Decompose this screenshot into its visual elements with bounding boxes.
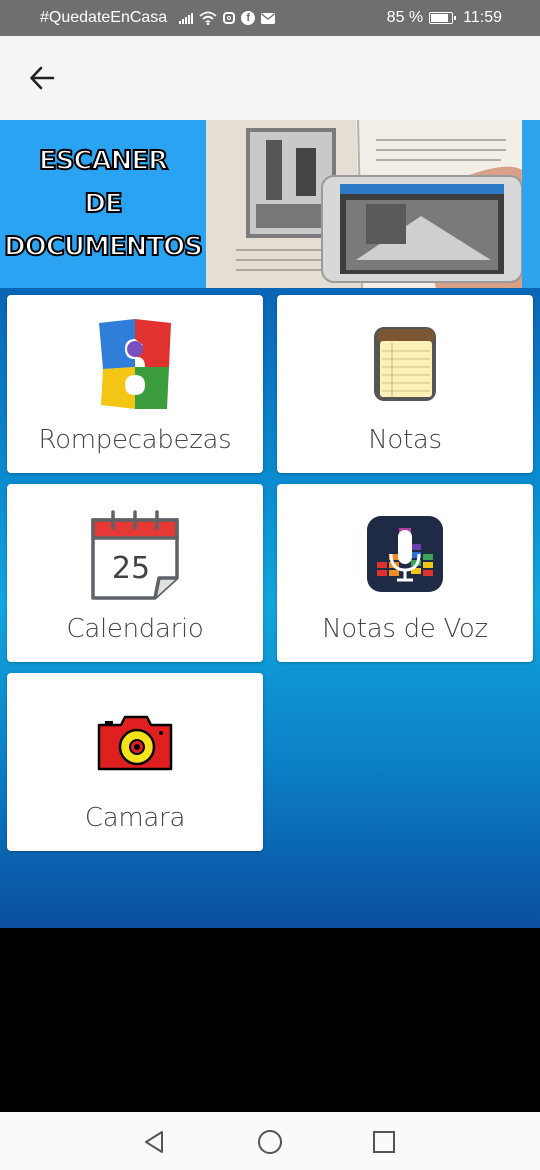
battery-icon (429, 12, 457, 24)
banner-edge (522, 120, 540, 288)
microphone-icon (355, 504, 455, 604)
notepad-icon (355, 315, 455, 415)
tile-notas-de-voz[interactable]: Notas de Voz (277, 484, 533, 662)
recents-square-icon (373, 1131, 395, 1153)
banner-line-2: DE (83, 188, 123, 220)
app-bar (0, 36, 540, 120)
tile-label: Camara (84, 803, 186, 833)
banner-line-3: DOCUMENTOS (3, 231, 204, 263)
status-bar: #QuedateEnCasa f 85 % 11:59 (0, 0, 540, 36)
battery-percent: 85 % (386, 9, 424, 26)
tile-label: Notas de Voz (322, 614, 488, 644)
instagram-icon (223, 12, 236, 24)
status-hashtag: #QuedateEnCasa (40, 9, 168, 26)
scanning-book-illustration (206, 120, 522, 288)
calendar-icon: 25 (85, 504, 185, 604)
screen: #QuedateEnCasa f 85 % 11:59 ESCANER DE D… (0, 0, 540, 1170)
nav-home-button[interactable] (254, 1126, 286, 1158)
nav-recents-button[interactable] (368, 1126, 400, 1158)
back-button[interactable] (24, 60, 60, 96)
tile-notas[interactable]: Notas (277, 295, 533, 473)
arrow-left-icon (30, 66, 55, 90)
home-circle-icon (258, 1130, 282, 1154)
tile-rompecabezas[interactable]: Rompecabezas (7, 295, 263, 473)
calendar-icon-text: 25 (112, 551, 150, 586)
banner-photo (206, 120, 522, 288)
tile-calendario[interactable]: 25 Calendario (7, 484, 263, 662)
nav-back-button[interactable] (138, 1126, 170, 1158)
tile-camara[interactable]: Camara (7, 673, 263, 851)
puzzle-icon (85, 315, 185, 415)
status-right: 85 % 11:59 (387, 9, 502, 27)
facebook-icon: f (241, 11, 256, 25)
system-nav-bar (0, 1112, 540, 1170)
back-triangle-icon (145, 1131, 163, 1153)
camera-icon (85, 693, 185, 793)
banner-title: ESCANER DE DOCUMENTOS (0, 120, 206, 288)
tile-label: Rompecabezas (38, 425, 232, 455)
wifi-icon (199, 11, 217, 25)
tile-label: Calendario (66, 614, 204, 644)
scanner-banner[interactable]: ESCANER DE DOCUMENTOS (0, 120, 540, 288)
status-time: 11:59 (463, 9, 502, 26)
status-left: #QuedateEnCasa f (40, 9, 276, 27)
tile-label: Notas (368, 425, 442, 455)
mail-icon (261, 12, 276, 24)
banner-line-1: ESCANER (38, 145, 169, 177)
main-content: ESCANER DE DOCUMENTOS Rompecabezas Notas… (0, 120, 540, 928)
signal-icon (179, 12, 194, 24)
